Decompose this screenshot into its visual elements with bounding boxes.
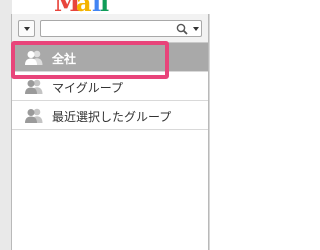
group-item-label: マイグループ [52,81,124,95]
group-item-company[interactable]: 全社 [12,43,208,72]
group-item-recent-groups[interactable]: 最近選択したグループ [12,101,208,130]
background-mail-logo: M a i l [0,0,120,14]
group-item-label: 全社 [52,52,77,66]
group-list: 全社 マイグループ 最近選択したグループ [12,43,208,130]
group-item-my-groups[interactable]: マイグループ [12,72,208,101]
group-search-box[interactable] [40,20,202,37]
group-item-label: 最近選択したグループ [52,110,172,124]
user-group-icon [25,79,43,94]
group-picker-panel: 全社 マイグループ 最近選択したグループ [11,14,209,250]
chevron-down-icon [24,27,30,31]
search-options-chevron-icon[interactable] [193,27,199,31]
group-search-input[interactable] [43,21,163,36]
logo-letter-a: a [76,0,92,14]
search-icon[interactable] [176,23,190,35]
group-picker-toolbar [12,14,208,43]
user-group-icon [25,108,43,123]
logo-letter-l: l [100,0,109,14]
group-menu-dropdown-button[interactable] [18,20,35,37]
group-members-pane [209,14,297,250]
user-group-icon [25,50,43,65]
